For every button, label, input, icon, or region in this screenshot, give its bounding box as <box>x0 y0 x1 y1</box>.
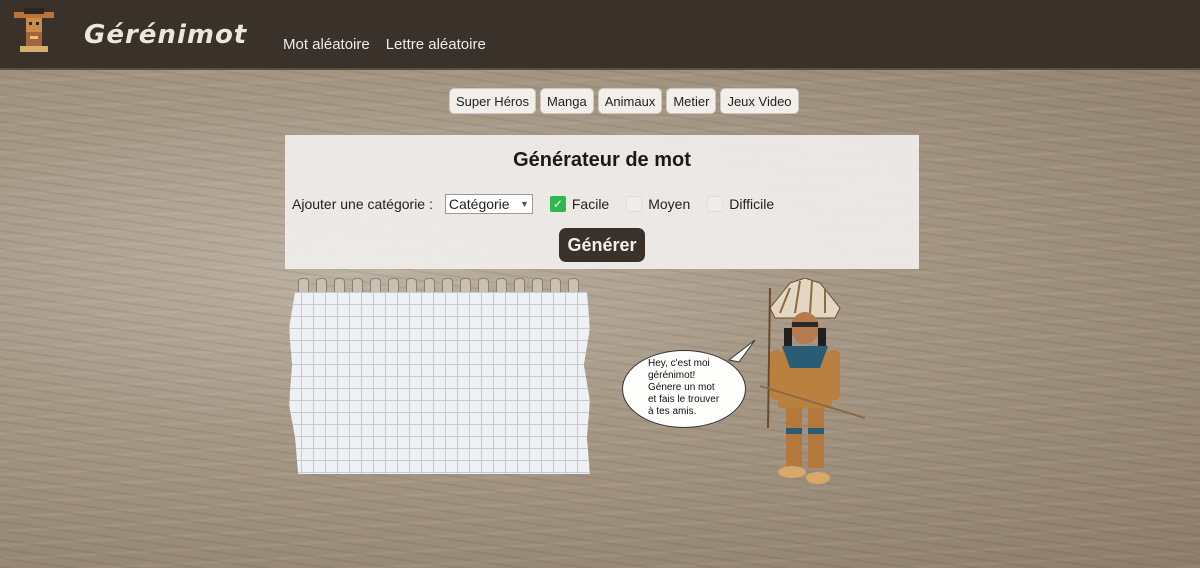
category-select[interactable]: Catégorie ▼ <box>444 194 533 214</box>
speech-bubble-text: Hey, c'est moi gérénimot! Génere un mot … <box>648 358 746 418</box>
level-facile[interactable]: ✓ Facile <box>549 196 610 212</box>
nav-link-lettre-aleatoire[interactable]: Lettre aléatoire <box>386 36 486 53</box>
category-button-jeux-video[interactable]: Jeux Video <box>720 88 799 114</box>
bubble-line: gérénimot! <box>648 370 696 381</box>
brand-title[interactable]: Gérénimot <box>84 20 247 50</box>
level-moyen-label: Moyen <box>648 196 691 212</box>
category-select-value: Catégorie <box>448 196 510 212</box>
category-button-metier[interactable]: Metier <box>666 88 717 114</box>
level-facile-label: Facile <box>571 196 610 212</box>
top-nav-bar: Gérénimot Mot aléatoire Lettre aléatoire <box>0 0 1200 70</box>
geronimo-character-image <box>759 278 866 484</box>
level-moyen[interactable]: Moyen <box>626 196 690 212</box>
checkbox-difficile[interactable] <box>707 196 724 212</box>
bubble-line: à tes amis. <box>648 406 697 417</box>
generator-panel: Générateur de mot Ajouter une catégorie … <box>285 135 919 269</box>
options-row: Ajouter une catégorie : Catégorie ▼ ✓ Fa… <box>292 194 774 214</box>
category-button-super-heros[interactable]: Super Héros <box>449 88 536 114</box>
totem-icon[interactable] <box>12 8 56 56</box>
checkbox-moyen[interactable] <box>626 196 643 212</box>
main-nav: Mot aléatoire Lettre aléatoire <box>283 36 486 53</box>
category-buttons: Super Héros Manga Animaux Metier Jeux Vi… <box>449 88 799 114</box>
add-category-label: Ajouter une catégorie : <box>292 196 433 212</box>
checkbox-facile[interactable]: ✓ <box>549 196 566 212</box>
nav-link-mot-aleatoire[interactable]: Mot aléatoire <box>283 36 370 53</box>
bubble-line: et fais le trouver <box>648 394 720 405</box>
bubble-line: Hey, c'est moi <box>648 358 710 369</box>
generate-button[interactable]: Générer <box>559 228 645 262</box>
category-button-manga[interactable]: Manga <box>539 88 594 114</box>
bubble-line: Génere un mot <box>648 382 715 393</box>
level-difficile[interactable]: Difficile <box>707 196 774 212</box>
word-result-notepad <box>289 292 590 474</box>
category-button-animaux[interactable]: Animaux <box>597 88 663 114</box>
chevron-down-icon: ▼ <box>519 199 529 209</box>
level-difficile-label: Difficile <box>729 196 775 212</box>
panel-title: Générateur de mot <box>513 149 691 171</box>
